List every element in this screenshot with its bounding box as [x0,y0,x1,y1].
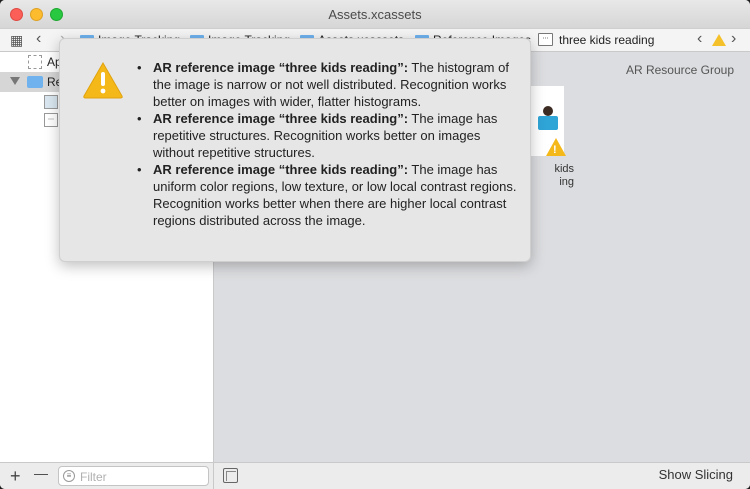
title-bar: Assets.xcassets [0,0,750,28]
warning-icon[interactable] [712,34,726,46]
toggle-attributes-icon[interactable] [223,468,238,483]
xcode-window: Assets.xcassets ▦ ‹ › Image Tracking Ima… [0,0,750,489]
editor-footer: Show Slicing [214,462,750,489]
filter-icon: ≡ [63,470,75,482]
add-button[interactable]: + [10,466,21,487]
kid-figure-icon [543,106,553,116]
image-thumbnail-icon [44,95,58,109]
image-thumbnail-icon: ⋯ [44,113,58,127]
previous-issue-icon[interactable]: ‹ [697,30,702,48]
issue-title: AR reference image “three kids reading”: [153,111,409,126]
issue-title: AR reference image “three kids reading”: [153,60,409,75]
show-slicing-button[interactable]: Show Slicing [659,467,733,482]
issue-title: AR reference image “three kids reading”: [153,162,409,177]
issue-item: AR reference image “three kids reading”:… [137,59,517,110]
issues-list: AR reference image “three kids reading”:… [137,59,517,229]
book-icon [538,116,558,130]
issues-popover: AR reference image “three kids reading”:… [59,38,531,262]
navigator-footer: + — ≡ Filter [0,462,214,489]
app-icon-placeholder-icon [28,55,42,69]
related-items-grid-icon[interactable]: ▦ [10,32,23,49]
breadcrumb-item-current[interactable]: three kids reading [559,33,654,47]
issue-item: AR reference image “three kids reading”:… [137,110,517,161]
folder-icon [27,76,43,88]
disclosure-triangle-icon[interactable] [10,77,20,85]
remove-button[interactable]: — [34,465,48,481]
filter-field[interactable]: ≡ Filter [58,466,209,486]
filter-placeholder: Filter [80,470,107,484]
back-arrow-icon[interactable]: ‹ [36,30,41,48]
next-issue-icon[interactable]: › [731,30,736,48]
window-title: Assets.xcassets [328,7,422,22]
group-label: AR Resource Group [625,63,734,77]
warning-icon [83,61,123,99]
issue-item: AR reference image “three kids reading”:… [137,161,517,229]
image-set-icon: ⋯ [538,33,553,46]
